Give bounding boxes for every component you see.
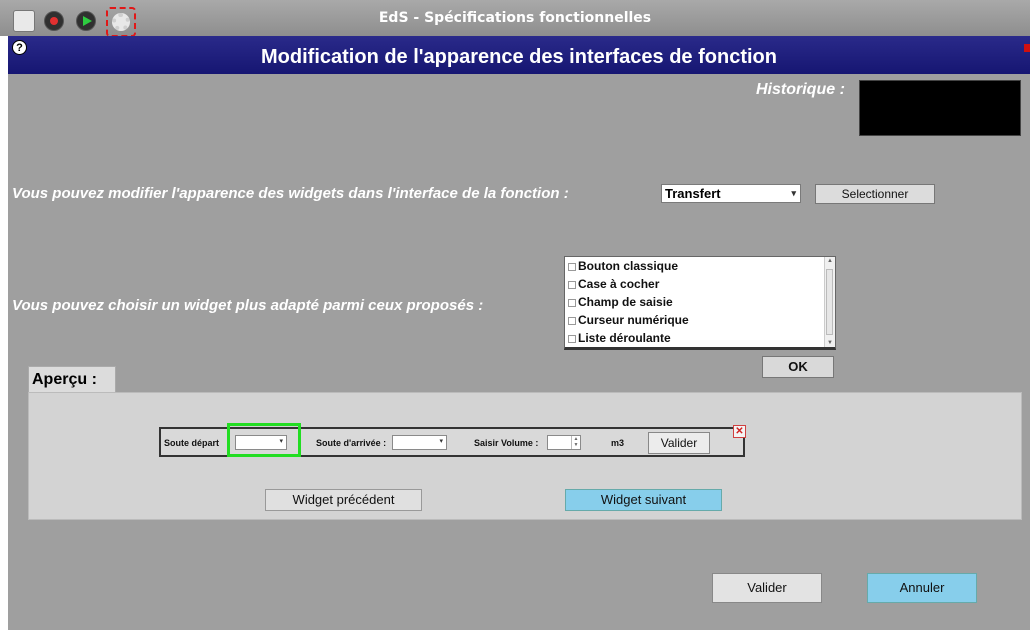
checkbox-icon[interactable] <box>568 335 576 343</box>
soute-depart-label: Soute départ <box>164 438 220 448</box>
main-panel <box>8 74 1030 630</box>
close-marker <box>1024 44 1030 52</box>
listbox-scrollbar[interactable]: ▲ ▼ <box>824 257 835 347</box>
checkbox-icon[interactable] <box>568 317 576 325</box>
annuler-button[interactable]: Annuler <box>867 573 977 603</box>
list-item[interactable]: Champ de saisie <box>565 293 835 311</box>
scroll-down-icon[interactable]: ▼ <box>827 340 833 346</box>
preview-valider-button[interactable]: Valider <box>648 432 710 454</box>
volume-stepper[interactable]: ▲ ▼ <box>547 435 581 450</box>
list-item[interactable]: Bouton classique <box>565 257 835 275</box>
volume-label: Saisir Volume : <box>474 438 539 448</box>
valider-button[interactable]: Valider <box>712 573 822 603</box>
function-select[interactable]: Transfert ▾ <box>661 184 801 203</box>
checkbox-icon[interactable] <box>568 263 576 271</box>
ok-button[interactable]: OK <box>762 356 834 378</box>
page-header: ? Modification de l'apparence des interf… <box>8 36 1030 74</box>
selectionner-button[interactable]: Selectionner <box>815 184 935 204</box>
apercu-label: Aperçu : <box>28 366 116 393</box>
scroll-up-icon[interactable]: ▲ <box>827 258 833 264</box>
list-item[interactable]: Curseur numérique <box>565 311 835 329</box>
scroll-thumb[interactable] <box>826 269 833 335</box>
function-prompt: Vous pouvez modifier l'apparence des wid… <box>12 185 569 202</box>
selected-widget-highlight <box>227 423 301 457</box>
widget-precedent-button[interactable]: Widget précédent <box>265 489 422 511</box>
soute-arrivee-label: Soute d'arrivée : <box>316 438 387 448</box>
window-title: EdS - Spécifications fonctionnelles <box>378 10 652 26</box>
widget-prompt: Vous pouvez choisir un widget plus adapt… <box>12 297 484 314</box>
list-item[interactable]: Case à cocher <box>565 275 835 293</box>
stepper-arrows-icon[interactable]: ▲ ▼ <box>571 436 580 449</box>
widget-listbox[interactable]: Bouton classique Case à cocher Champ de … <box>564 256 836 350</box>
soute-arrivee-combo[interactable]: ▾ <box>392 435 447 450</box>
checkbox-icon[interactable] <box>568 281 576 289</box>
historique-label: Historique : <box>756 81 845 98</box>
chevron-down-icon: ▾ <box>439 438 443 445</box>
title-bar: EdS - Spécifications fonctionnelles <box>0 0 1030 37</box>
close-icon[interactable]: ✕ <box>733 425 746 438</box>
chevron-down-icon: ▾ <box>791 188 796 198</box>
checkbox-icon[interactable] <box>568 299 576 307</box>
widget-suivant-button[interactable]: Widget suivant <box>565 489 722 511</box>
list-item[interactable]: Liste déroulante <box>565 329 835 347</box>
volume-unit: m3 <box>611 438 625 448</box>
page-title: Modification de l'apparence des interfac… <box>261 46 777 68</box>
historique-box <box>859 80 1021 136</box>
function-select-value: Transfert <box>665 186 721 201</box>
